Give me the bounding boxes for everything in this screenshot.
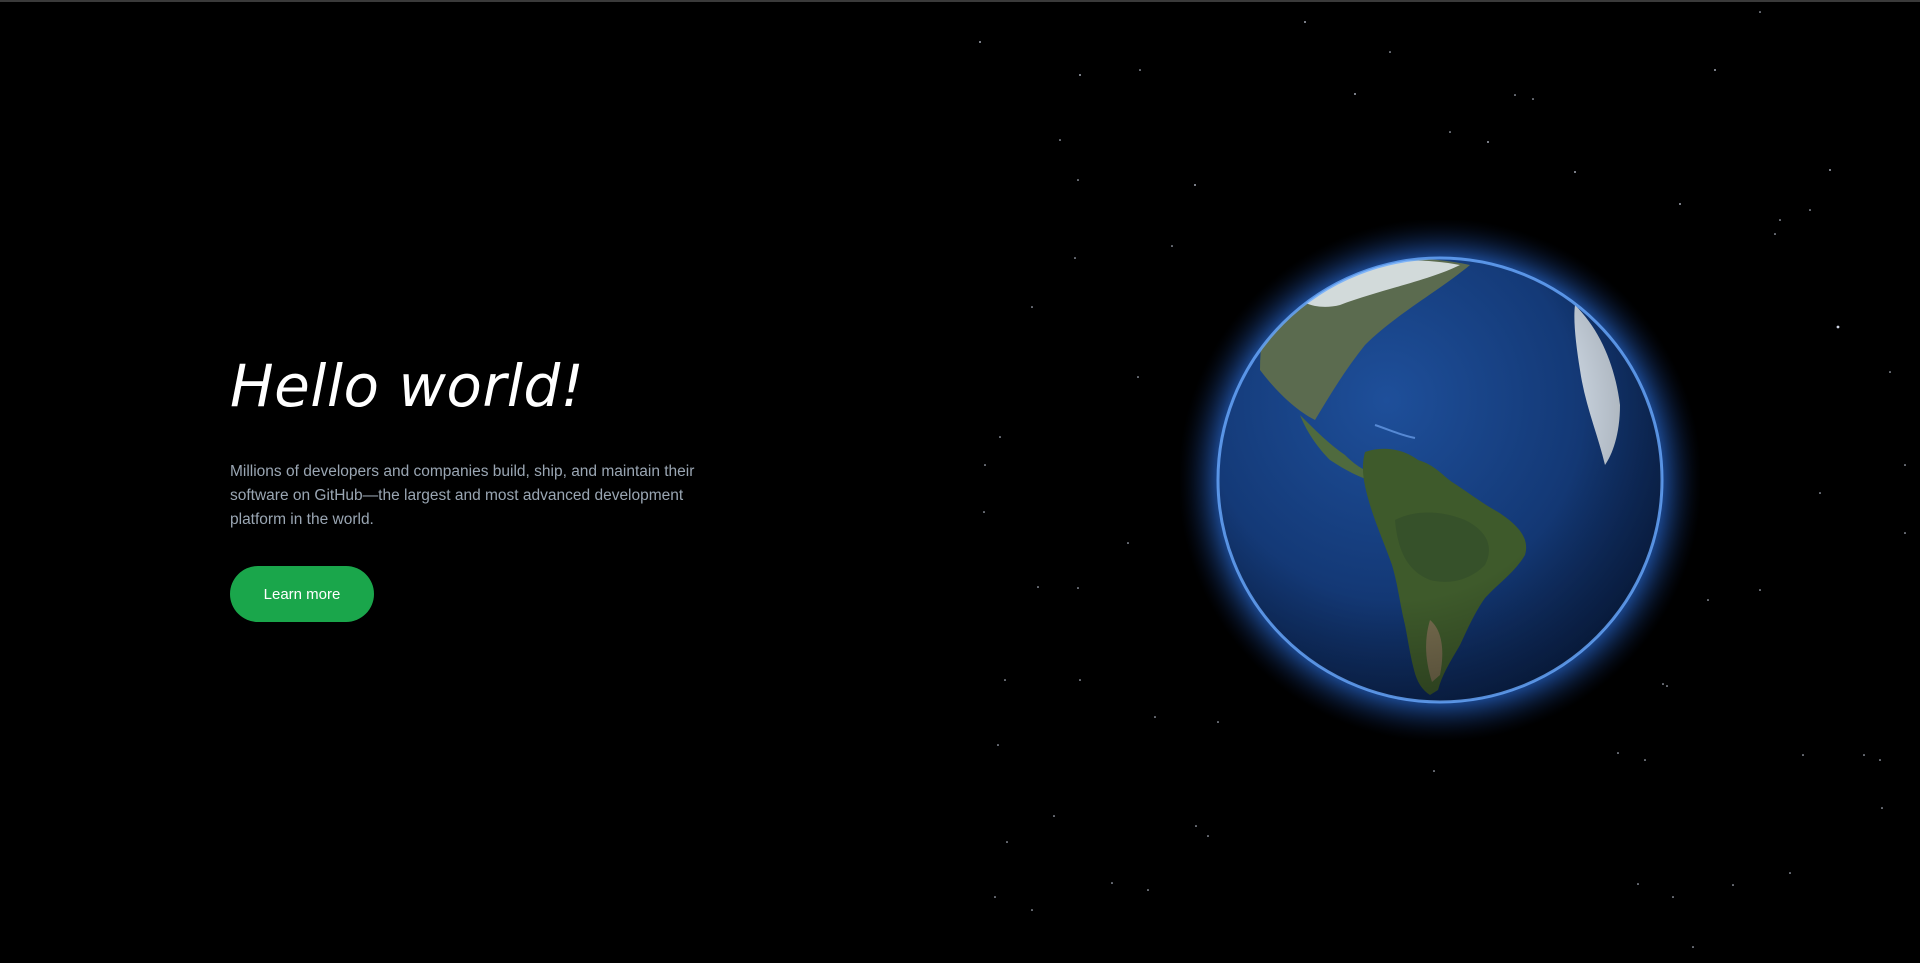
hero-section: Hello world! Millions of developers and … — [230, 350, 750, 622]
earth-globe-icon — [1180, 220, 1700, 740]
hero-description: Millions of developers and companies bui… — [230, 463, 695, 528]
learn-more-button[interactable]: Learn more — [230, 566, 374, 622]
hero-title: Hello world! — [230, 352, 585, 420]
